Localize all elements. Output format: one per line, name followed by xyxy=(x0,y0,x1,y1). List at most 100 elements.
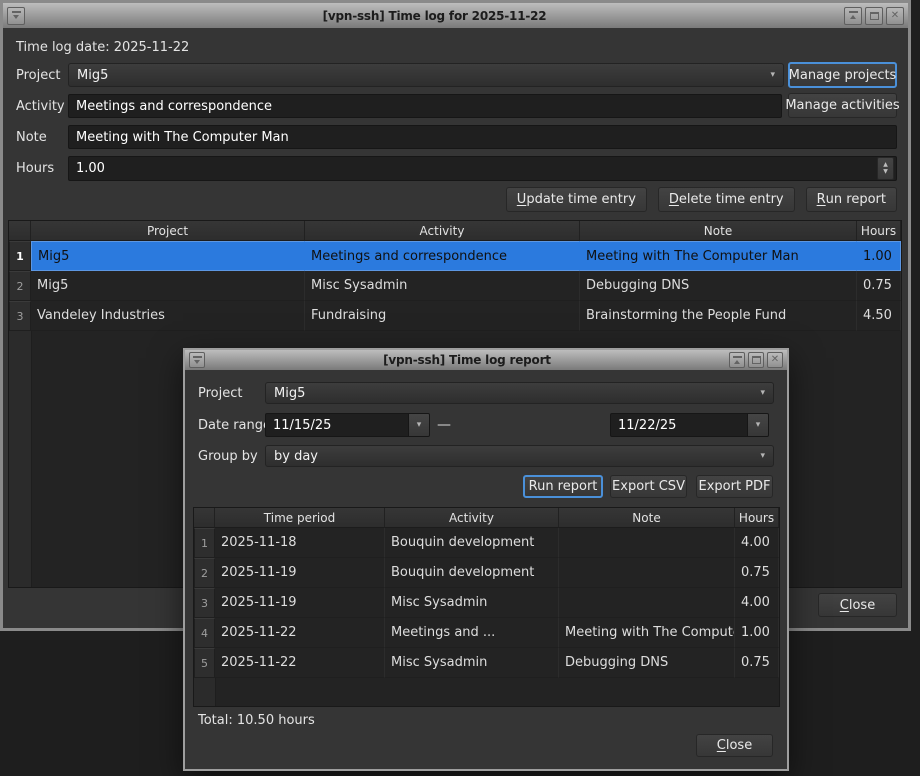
group-by-label: Group by xyxy=(198,445,258,467)
shade-button[interactable] xyxy=(729,352,745,368)
table-cell: Misc Sysadmin xyxy=(385,648,559,678)
table-cell xyxy=(559,588,735,618)
hours-label: Hours xyxy=(16,156,54,181)
table-cell: Fundraising xyxy=(305,301,580,331)
close-icon: ✕ xyxy=(771,355,779,365)
table-row[interactable]: 32025-11-19Misc Sysadmin4.00 xyxy=(194,588,779,618)
table-cell xyxy=(559,528,735,558)
close-window-button[interactable]: ✕ xyxy=(886,7,904,25)
row-number: 4 xyxy=(194,618,215,648)
table-cell: 0.75 xyxy=(857,271,901,301)
manage-projects-button[interactable]: Manage projects xyxy=(788,62,897,88)
table-cell: 4.00 xyxy=(735,528,779,558)
activity-input[interactable]: Meetings and correspondence xyxy=(68,94,782,118)
table-header-row: ProjectActivityNoteHours xyxy=(9,221,901,241)
date-range-separator: — xyxy=(437,413,451,437)
report-project-value: Mig5 xyxy=(274,386,305,401)
table-cell: 2025-11-19 xyxy=(215,588,385,618)
time-log-date-label: Time log date: 2025-11-22 xyxy=(16,38,189,56)
column-header[interactable]: Note xyxy=(580,221,857,241)
maximize-icon xyxy=(870,12,879,20)
project-combobox[interactable]: Mig5 ▾ xyxy=(68,63,784,87)
export-csv-button[interactable]: Export CSV xyxy=(610,475,687,498)
table-cell: Meetings and correspondence xyxy=(305,241,580,271)
table-cell: 0.75 xyxy=(735,558,779,588)
export-pdf-button[interactable]: Export PDF xyxy=(696,475,773,498)
titlebar[interactable]: [vpn-ssh] Time log report ✕ xyxy=(185,350,787,370)
titlebar[interactable]: [vpn-ssh] Time log for 2025-11-22 ✕ xyxy=(3,3,908,28)
table-cell: Meeting with The Computer Man xyxy=(580,241,857,271)
table-cell xyxy=(559,558,735,588)
column-header[interactable]: Hours xyxy=(857,221,901,241)
date-to-dropdown-button[interactable]: ▾ xyxy=(747,414,768,436)
spin-buttons[interactable]: ▲ ▼ xyxy=(877,157,894,180)
column-header[interactable]: Hours xyxy=(735,508,779,528)
note-label: Note xyxy=(16,125,47,149)
date-to-picker[interactable]: 11/22/25 ▾ xyxy=(610,413,769,437)
window-menu-icon xyxy=(193,356,202,365)
report-project-combobox[interactable]: Mig5 ▾ xyxy=(265,382,774,404)
report-project-label: Project xyxy=(198,382,242,404)
chevron-down-icon: ▾ xyxy=(760,452,765,461)
column-header[interactable]: Activity xyxy=(385,508,559,528)
maximize-button[interactable] xyxy=(865,7,883,25)
table-cell: Debugging DNS xyxy=(559,648,735,678)
report-results-table: Time periodActivityNoteHours12025-11-18B… xyxy=(193,507,780,707)
table-cell: 2025-11-18 xyxy=(215,528,385,558)
window-title: [vpn-ssh] Time log for 2025-11-22 xyxy=(28,9,841,23)
window-title: [vpn-ssh] Time log report xyxy=(208,353,726,367)
column-header[interactable]: Time period xyxy=(215,508,385,528)
row-number-gutter xyxy=(9,331,32,587)
table-row[interactable]: 42025-11-22Meetings and ...Meeting with … xyxy=(194,618,779,648)
manage-activities-button[interactable]: Manage activities xyxy=(788,93,897,118)
row-number: 1 xyxy=(194,528,215,558)
table-row[interactable]: 52025-11-22Misc SysadminDebugging DNS0.7… xyxy=(194,648,779,678)
run-report-button[interactable]: Run report xyxy=(806,187,897,212)
table-row[interactable]: 12025-11-18Bouquin development4.00 xyxy=(194,528,779,558)
column-header[interactable]: Note xyxy=(559,508,735,528)
table-cell: Bouquin development xyxy=(385,558,559,588)
delete-time-entry-button[interactable]: Delete time entry xyxy=(658,187,795,212)
table-row[interactable]: 3Vandeley IndustriesFundraisingBrainstor… xyxy=(9,301,901,331)
table-cell: Meetings and ... xyxy=(385,618,559,648)
column-header[interactable]: Activity xyxy=(305,221,580,241)
spin-down-icon: ▼ xyxy=(883,169,888,175)
close-window-button[interactable]: ✕ xyxy=(767,352,783,368)
total-hours-label: Total: 10.50 hours xyxy=(198,711,315,729)
table-cell: Misc Sysadmin xyxy=(385,588,559,618)
table-cell: Misc Sysadmin xyxy=(305,271,580,301)
table-row[interactable]: 22025-11-19Bouquin development0.75 xyxy=(194,558,779,588)
window-menu-button[interactable] xyxy=(189,352,205,368)
hours-value: 1.00 xyxy=(76,161,105,176)
row-number: 3 xyxy=(194,588,215,618)
table-cell: 0.75 xyxy=(735,648,779,678)
table-row[interactable]: 2Mig5Misc SysadminDebugging DNS0.75 xyxy=(9,271,901,301)
report-close-button[interactable]: Close xyxy=(696,734,773,757)
chevron-down-icon: ▾ xyxy=(760,389,765,398)
window-menu-button[interactable] xyxy=(7,7,25,25)
date-from-dropdown-button[interactable]: ▾ xyxy=(408,414,429,436)
group-by-combobox[interactable]: by day ▾ xyxy=(265,445,774,467)
date-range-label: Date range xyxy=(198,413,271,437)
close-button[interactable]: Close xyxy=(818,593,897,617)
column-header[interactable]: Project xyxy=(31,221,305,241)
row-number: 3 xyxy=(9,301,31,331)
table-cell: Mig5 xyxy=(31,241,305,271)
table-cell: Brainstorming the People Fund xyxy=(580,301,857,331)
table-cell: 2025-11-22 xyxy=(215,648,385,678)
project-combobox-value: Mig5 xyxy=(77,68,108,83)
update-time-entry-button[interactable]: Update time entry xyxy=(506,187,647,212)
report-run-report-button[interactable]: Run report xyxy=(523,475,603,498)
row-number: 5 xyxy=(194,648,215,678)
gutter-header xyxy=(9,221,31,241)
note-input[interactable]: Meeting with The Computer Man xyxy=(68,125,897,149)
chevron-down-icon: ▾ xyxy=(756,420,761,430)
table-row[interactable]: 1Mig5Meetings and correspondenceMeeting … xyxy=(9,241,901,271)
maximize-button[interactable] xyxy=(748,352,764,368)
shade-button[interactable] xyxy=(844,7,862,25)
date-to-value: 11/22/25 xyxy=(618,418,676,433)
date-from-picker[interactable]: 11/15/25 ▾ xyxy=(265,413,430,437)
hours-stepper[interactable]: 1.00 ▲ ▼ xyxy=(68,156,897,181)
group-by-value: by day xyxy=(274,449,318,464)
table-header-row: Time periodActivityNoteHours xyxy=(194,508,779,528)
